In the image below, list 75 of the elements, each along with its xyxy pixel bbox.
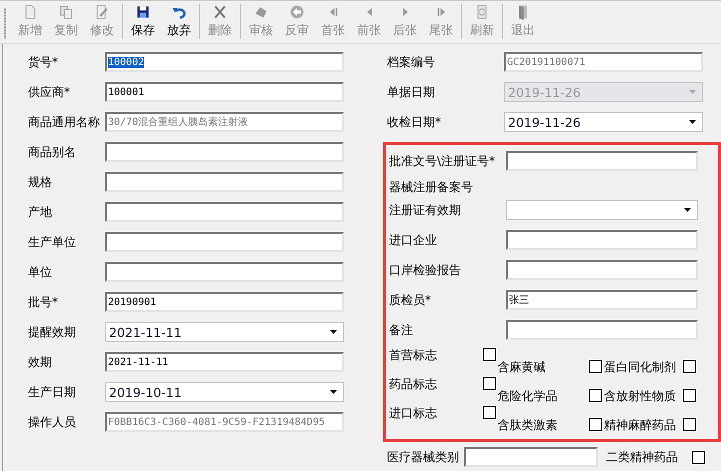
date-dropdown[interactable]: 2019-11-26 — [504, 112, 703, 132]
flag-label: 药品标志 — [389, 376, 438, 392]
text-field[interactable]: 20190901 — [105, 292, 344, 312]
field-label: 供应商* — [28, 84, 71, 101]
checkbox[interactable] — [482, 406, 496, 419]
field-label: 注册证有效期 — [389, 202, 462, 219]
checkbox[interactable] — [589, 418, 602, 431]
text-field[interactable] — [506, 230, 698, 250]
text-field[interactable]: GC20191100071 — [504, 52, 703, 72]
field-label: 商品别名 — [28, 144, 77, 161]
field-label: 医疗器械类别 — [387, 449, 460, 466]
first-page-icon — [328, 8, 338, 16]
flag-label: 含放射性物质 — [604, 388, 678, 404]
text-field[interactable]: 2021-11-11 — [105, 352, 344, 372]
text-field[interactable] — [105, 232, 344, 252]
field-label: 提醒效期 — [28, 324, 77, 341]
field-label: 单据日期 — [387, 84, 436, 101]
field-label: 批准文号\注册证号* — [389, 153, 496, 170]
field-label: 单位 — [28, 264, 53, 281]
text-field[interactable] — [105, 142, 344, 162]
text-field[interactable]: 30/70混合重组人胰岛素注射液 — [105, 112, 344, 132]
field-label: 生产日期 — [28, 384, 77, 401]
field-label: 口岸检验报告 — [389, 262, 462, 279]
toolbar-button[interactable]: 放弃 — [161, 4, 197, 39]
field-label: 批号* — [28, 294, 59, 311]
flag-label: 首营标志 — [389, 346, 438, 364]
flag-label: 进口标志 — [389, 404, 438, 422]
text-field[interactable] — [105, 262, 344, 282]
field-label: 操作人员 — [28, 414, 77, 431]
dropdown-arrow-icon[interactable] — [330, 330, 337, 334]
text-field[interactable] — [464, 447, 598, 467]
field-label: 器械注册备案号 — [389, 179, 474, 196]
text-field[interactable]: 100002 — [105, 52, 344, 72]
field-label: 质检员* — [389, 292, 432, 309]
field-label: 备注 — [389, 322, 414, 339]
checkbox[interactable] — [482, 348, 496, 361]
last-page-icon — [436, 8, 446, 16]
text-field[interactable]: F0BB16C3-C360-4081-9C59-F21319484D95 — [105, 412, 344, 432]
text-field[interactable] — [105, 202, 344, 222]
text-field[interactable] — [105, 172, 344, 192]
field-label: 商品通用名称 — [28, 114, 101, 131]
next-icon — [402, 8, 408, 16]
text-field[interactable] — [506, 320, 698, 340]
dropdown-arrow-icon[interactable] — [684, 208, 691, 212]
flag-label: 精神麻醉药品 — [604, 416, 678, 434]
field-label: 规格 — [28, 174, 53, 191]
checkbox[interactable] — [683, 360, 696, 373]
checkbox[interactable] — [482, 377, 496, 390]
toolbar-button[interactable]: 保存 — [125, 4, 161, 39]
field-label: 产地 — [28, 204, 53, 221]
flag-label: 二类精神药品 — [606, 449, 679, 466]
previous-icon — [366, 8, 372, 16]
text-field[interactable] — [506, 151, 698, 171]
field-label: 收检日期* — [387, 114, 442, 131]
flag-label: 蛋白同化制剂 — [604, 358, 678, 376]
field-label: 效期 — [28, 354, 53, 371]
checkbox[interactable] — [589, 360, 602, 373]
checkbox[interactable] — [692, 450, 705, 464]
flag-label: 含麻黄碱 — [498, 358, 547, 376]
flag-label: 含肽类激素 — [498, 416, 559, 434]
checkbox[interactable] — [683, 389, 696, 402]
dropdown-arrow-icon[interactable] — [330, 390, 337, 394]
text-field[interactable]: 100001 — [105, 82, 344, 102]
dropdown-arrow-icon[interactable] — [689, 120, 696, 124]
field-label: 进口企业 — [389, 232, 438, 249]
checkbox[interactable] — [683, 418, 696, 431]
field-label: 生产单位 — [28, 234, 77, 251]
checkbox[interactable] — [589, 389, 602, 402]
text-field[interactable] — [506, 260, 698, 280]
field-label: 货号* — [28, 54, 59, 71]
date-dropdown[interactable]: 2019-10-11 — [105, 382, 344, 402]
date-dropdown[interactable]: 2021-11-11 — [105, 322, 344, 342]
flag-label: 危险化学品 — [498, 388, 559, 404]
field-label: 档案编号 — [387, 54, 436, 71]
text-field[interactable]: 张三 — [506, 290, 698, 310]
